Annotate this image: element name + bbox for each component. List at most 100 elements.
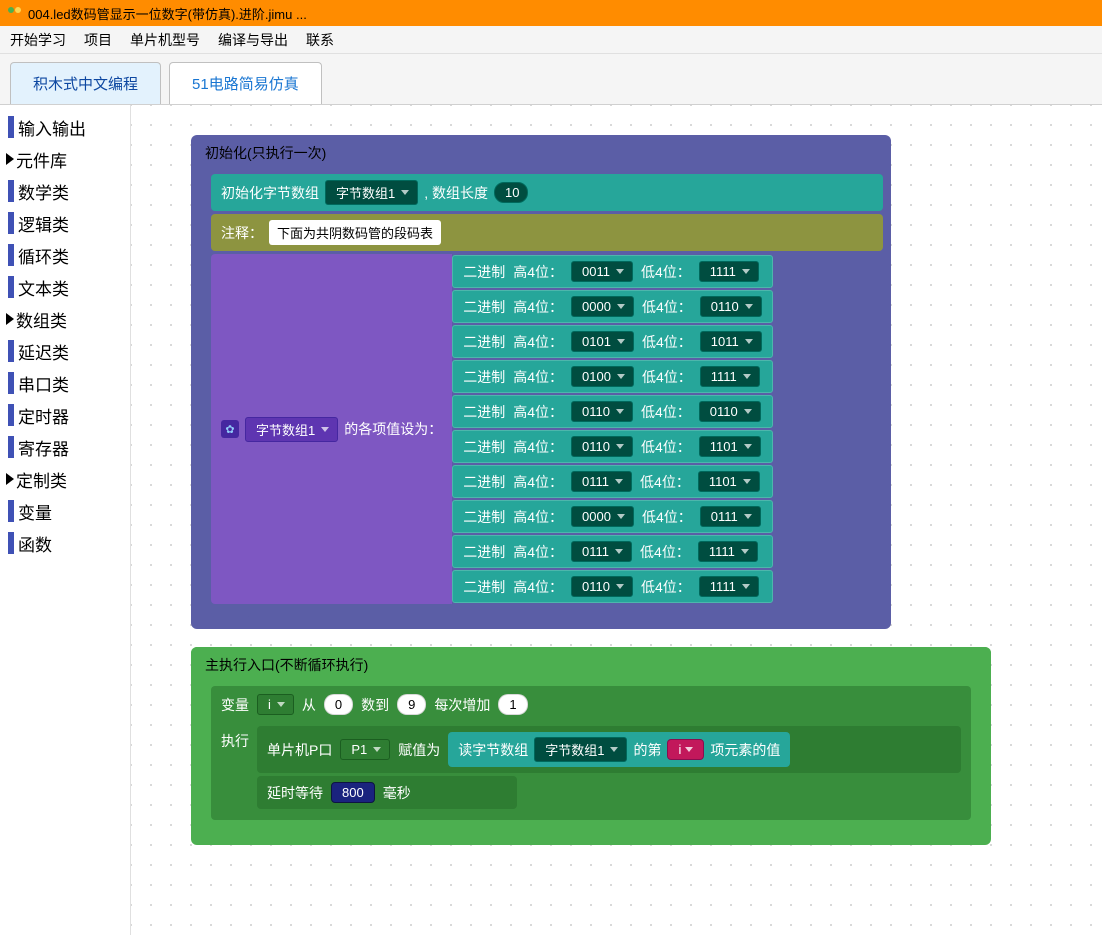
category-label: 逻辑类 (18, 211, 69, 236)
app-icon (6, 5, 22, 21)
init-title: 初始化(只执行一次) (205, 145, 326, 161)
category-bar-icon (8, 180, 14, 202)
category-label: 数学类 (18, 179, 69, 204)
hi-value[interactable]: 0000 (571, 506, 634, 527)
binary-row-9[interactable]: 二进制高4位：0110低4位：1111 (452, 570, 772, 603)
binary-row-1[interactable]: 二进制高4位：0000低4位：0110 (452, 290, 772, 323)
comment-text[interactable]: 下面为共阴数码管的段码表 (269, 220, 441, 245)
menu-start[interactable]: 开始学习 (10, 30, 66, 50)
hi-value[interactable]: 0011 (571, 261, 633, 282)
lo-value[interactable]: 0110 (700, 296, 762, 317)
port-dropdown[interactable]: P1 (340, 739, 390, 760)
array-init-row[interactable]: 初始化字节数组 字节数组1 , 数组长度 10 (211, 174, 883, 211)
category-4[interactable]: 循环类 (0, 239, 130, 271)
binary-row-8[interactable]: 二进制高4位：0111低4位：1111 (452, 535, 772, 568)
lo-value[interactable]: 1011 (700, 331, 762, 352)
category-6[interactable]: 数组类 (0, 303, 130, 335)
port-assign-row[interactable]: 单片机P口 P1 赋值为 读字节数组 字节数组1 的第 i 项元素的值 (257, 726, 961, 773)
category-10[interactable]: 寄存器 (0, 431, 130, 463)
lo-value[interactable]: 1101 (698, 471, 760, 492)
lo-value[interactable]: 1111 (698, 541, 758, 562)
hi-label: 高4位： (513, 437, 563, 457)
category-0[interactable]: 输入输出 (0, 111, 130, 143)
binary-row-0[interactable]: 二进制高4位：0011低4位：1111 (452, 255, 772, 288)
workspace[interactable]: 初始化(只执行一次) 初始化字节数组 字节数组1 , 数组长度 10 注释： 下… (130, 105, 1102, 935)
array-len-field[interactable]: 10 (494, 182, 528, 203)
hi-value[interactable]: 0110 (571, 401, 633, 422)
category-bar-icon (8, 404, 14, 426)
hi-label: 高4位： (513, 542, 563, 562)
binary-row-2[interactable]: 二进制高4位：0101低4位：1011 (452, 325, 772, 358)
lo-value[interactable]: 1111 (699, 261, 759, 282)
lo-value[interactable]: 1101 (699, 436, 761, 457)
loop-block[interactable]: 变量 i 从 0 数到 9 每次增加 1 执行 单片机P口 P1 赋值为 (211, 686, 971, 820)
delay-row[interactable]: 延时等待 800 毫秒 (257, 776, 517, 809)
lo-label: 低4位： (641, 262, 691, 282)
init-block[interactable]: 初始化(只执行一次) 初始化字节数组 字节数组1 , 数组长度 10 注释： 下… (191, 135, 891, 629)
category-bar-icon (8, 244, 14, 266)
bin-label: 二进制 (463, 437, 505, 457)
array-set-name[interactable]: 字节数组1 (245, 417, 338, 442)
comment-row[interactable]: 注释： 下面为共阴数码管的段码表 (211, 214, 883, 251)
gear-icon[interactable] (221, 420, 239, 438)
category-5[interactable]: 文本类 (0, 271, 130, 303)
loop-to-field[interactable]: 9 (397, 694, 426, 715)
binary-row-5[interactable]: 二进制高4位：0110低4位：1101 (452, 430, 772, 463)
tab-blocks[interactable]: 积木式中文编程 (10, 62, 161, 104)
hi-value[interactable]: 0111 (571, 541, 632, 562)
hi-value[interactable]: 0110 (571, 436, 633, 457)
category-13[interactable]: 函数 (0, 527, 130, 559)
category-8[interactable]: 串口类 (0, 367, 130, 399)
binary-row-3[interactable]: 二进制高4位：0100低4位：1111 (452, 360, 772, 393)
category-11[interactable]: 定制类 (0, 463, 130, 495)
binary-row-7[interactable]: 二进制高4位：0000低4位：0111 (452, 500, 772, 533)
category-label: 定制类 (16, 467, 67, 492)
category-2[interactable]: 数学类 (0, 175, 130, 207)
hi-value[interactable]: 0111 (571, 471, 632, 492)
hi-value[interactable]: 0110 (571, 576, 633, 597)
lo-value[interactable]: 1111 (700, 366, 760, 387)
category-12[interactable]: 变量 (0, 495, 130, 527)
hi-value[interactable]: 0100 (571, 366, 634, 387)
array-name-dropdown[interactable]: 字节数组1 (325, 180, 418, 205)
bin-label: 二进制 (463, 332, 505, 352)
tab-sim[interactable]: 51电路简易仿真 (169, 62, 322, 104)
tab-bar: 积木式中文编程 51电路简易仿真 (0, 54, 1102, 105)
read-array-name[interactable]: 字节数组1 (534, 737, 627, 762)
menu-compile[interactable]: 编译与导出 (218, 30, 288, 50)
lo-value[interactable]: 0111 (700, 506, 761, 527)
menu-chip[interactable]: 单片机型号 (130, 30, 200, 50)
category-9[interactable]: 定时器 (0, 399, 130, 431)
init-header: 初始化(只执行一次) (191, 135, 891, 171)
hi-label: 高4位： (513, 507, 563, 527)
loop-step-field[interactable]: 1 (498, 694, 527, 715)
hi-label: 高4位： (513, 367, 563, 387)
category-bar-icon (8, 436, 14, 458)
bin-label: 二进制 (463, 297, 505, 317)
hi-label: 高4位： (513, 297, 563, 317)
main-title: 主执行入口(不断循环执行) (205, 657, 368, 673)
category-7[interactable]: 延迟类 (0, 335, 130, 367)
read-array-block[interactable]: 读字节数组 字节数组1 的第 i 项元素的值 (448, 732, 790, 767)
category-label: 数组类 (16, 307, 67, 332)
lo-value[interactable]: 0110 (699, 401, 761, 422)
loop-var-dropdown[interactable]: i (257, 694, 294, 715)
array-set-block[interactable]: 字节数组1 的各项值设为： 二进制高4位：0011低4位：1111二进制高4位：… (211, 254, 883, 604)
category-3[interactable]: 逻辑类 (0, 207, 130, 239)
main-block[interactable]: 主执行入口(不断循环执行) 变量 i 从 0 数到 9 每次增加 1 执行 (191, 647, 991, 845)
menu-contact[interactable]: 联系 (306, 30, 334, 50)
binary-row-4[interactable]: 二进制高4位：0110低4位：0110 (452, 395, 772, 428)
hi-value[interactable]: 0000 (571, 296, 634, 317)
delay-value[interactable]: 800 (331, 782, 375, 803)
hi-value[interactable]: 0101 (571, 331, 634, 352)
category-1[interactable]: 元件库 (0, 143, 130, 175)
chevron-right-icon (6, 473, 14, 485)
loop-from-field[interactable]: 0 (324, 694, 353, 715)
category-label: 延迟类 (18, 339, 69, 364)
binary-row-6[interactable]: 二进制高4位：0111低4位：1101 (452, 465, 772, 498)
menu-project[interactable]: 项目 (84, 30, 112, 50)
bin-label: 二进制 (463, 472, 505, 492)
hi-label: 高4位： (513, 262, 563, 282)
lo-value[interactable]: 1111 (699, 576, 759, 597)
read-idx-var[interactable]: i (667, 739, 704, 760)
